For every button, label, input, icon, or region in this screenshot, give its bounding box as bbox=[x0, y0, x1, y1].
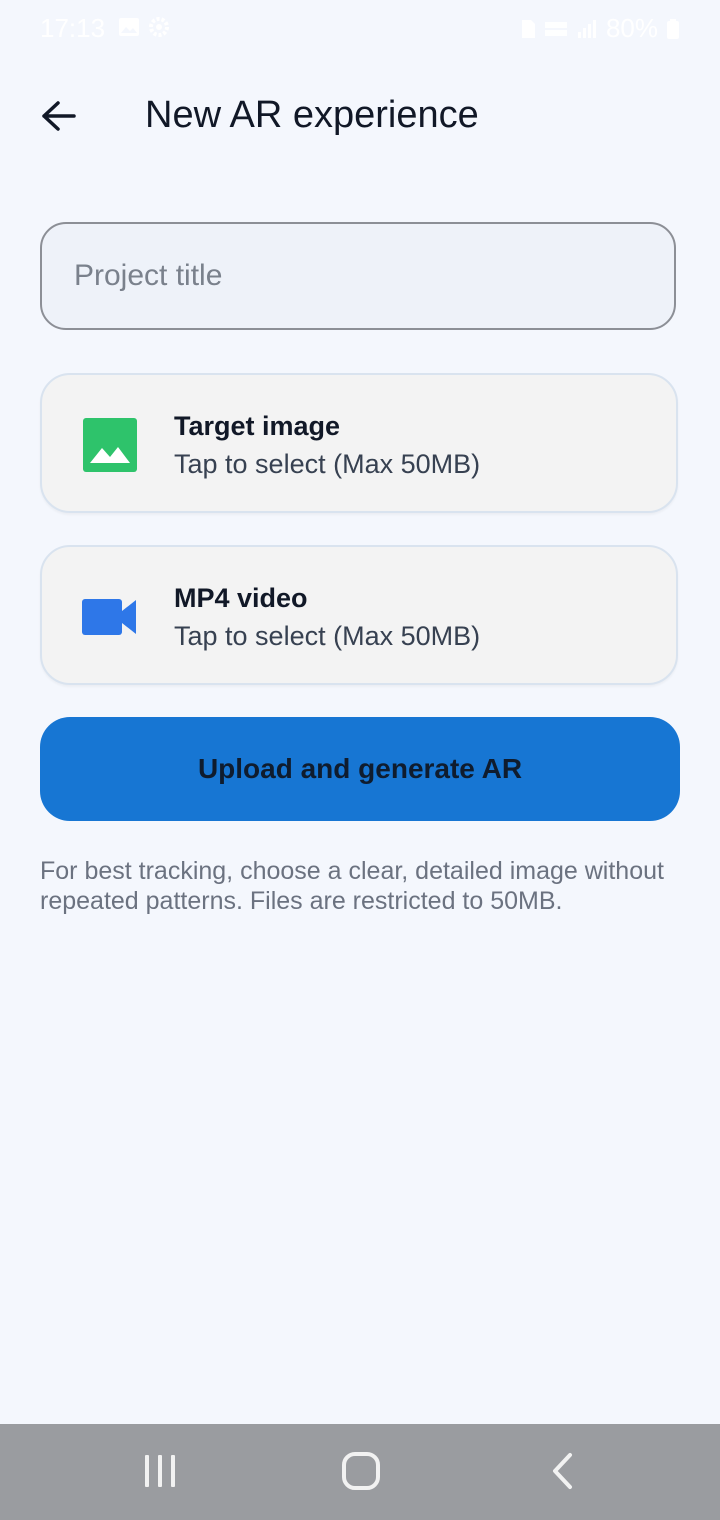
nav-back-button[interactable] bbox=[532, 1448, 592, 1498]
videocam-icon bbox=[82, 589, 138, 645]
project-title-field bbox=[40, 222, 676, 330]
arrow-left-icon bbox=[40, 100, 76, 137]
target-image-title: Target image bbox=[174, 411, 341, 441]
project-title-input[interactable] bbox=[42, 224, 674, 328]
target-image-subtitle: Tap to select (Max 50MB) bbox=[174, 449, 481, 479]
image-icon bbox=[82, 417, 138, 473]
upload-generate-button[interactable]: Upload and generate AR bbox=[40, 717, 680, 821]
status-right: 80% bbox=[520, 13, 680, 44]
settings-icon bbox=[148, 16, 170, 38]
status-time: 17:13 bbox=[40, 13, 106, 43]
recent-apps-icon bbox=[140, 1453, 180, 1494]
status-bar: 17:13 80% bbox=[0, 0, 720, 58]
battery-icon bbox=[666, 18, 680, 40]
status-left-icons bbox=[118, 16, 170, 38]
app-bar: New AR experience bbox=[0, 80, 720, 156]
mp4-video-picker[interactable]: MP4 video Tap to select (Max 50MB) bbox=[40, 545, 678, 685]
signal-icon bbox=[576, 18, 598, 40]
mp4-video-title: MP4 video bbox=[174, 583, 308, 613]
gallery-icon bbox=[118, 16, 140, 38]
back-button[interactable] bbox=[30, 90, 86, 146]
mp4-video-subtitle: Tap to select (Max 50MB) bbox=[174, 621, 481, 651]
target-image-picker[interactable]: Target image Tap to select (Max 50MB) bbox=[40, 373, 678, 513]
home-icon bbox=[341, 1451, 381, 1496]
battery-percent: 80% bbox=[605, 13, 658, 43]
recent-apps-button[interactable] bbox=[130, 1448, 190, 1498]
volte-icon bbox=[544, 18, 568, 40]
home-button[interactable] bbox=[331, 1448, 391, 1498]
back-icon bbox=[549, 1452, 575, 1495]
system-nav-bar bbox=[0, 1424, 720, 1520]
hint-text: For best tracking, choose a clear, detai… bbox=[40, 857, 664, 915]
page-title: New AR experience bbox=[145, 94, 479, 136]
sim-icon bbox=[520, 18, 536, 40]
